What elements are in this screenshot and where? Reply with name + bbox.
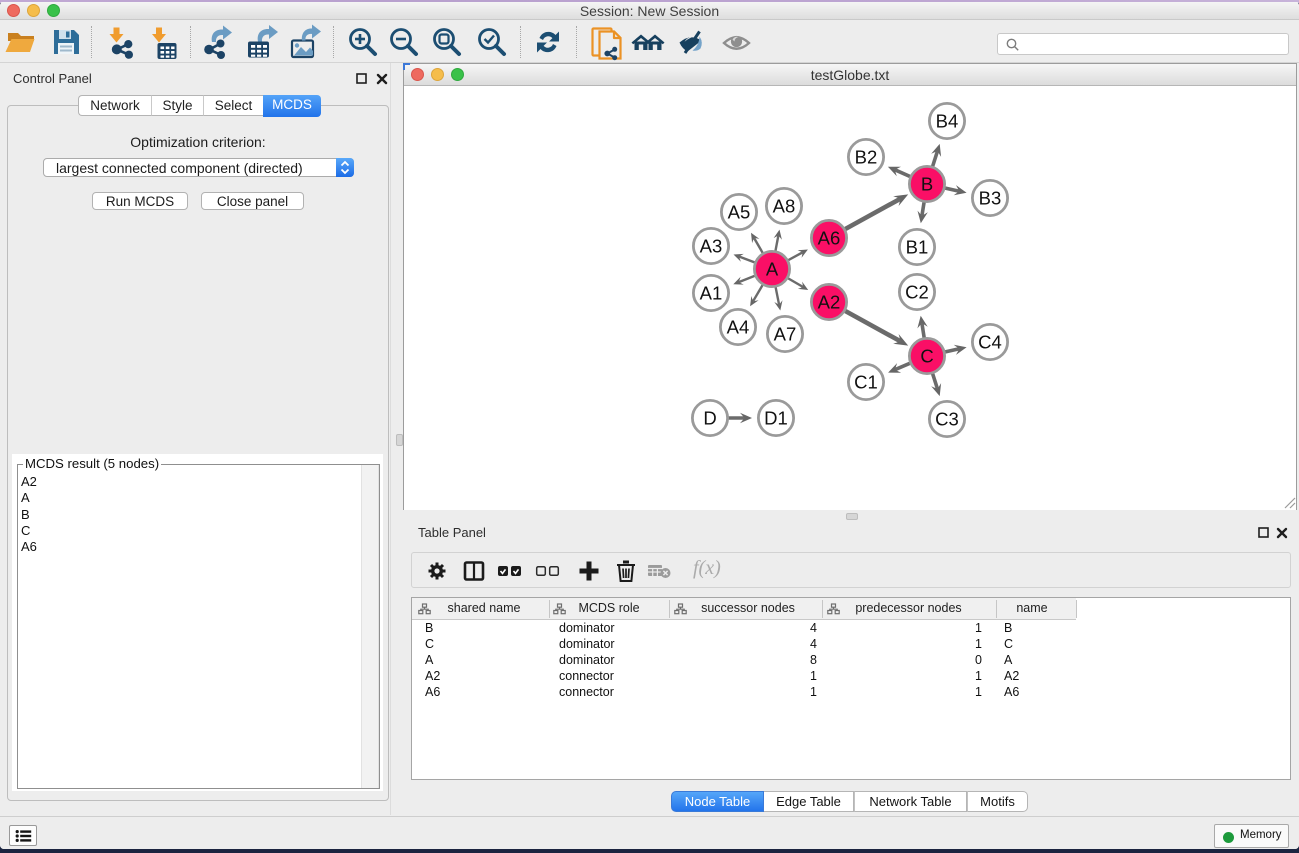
svg-text:A4: A4 — [727, 317, 750, 338]
svg-text:D1: D1 — [764, 408, 788, 429]
svg-text:C: C — [920, 346, 933, 367]
svg-text:A2: A2 — [818, 292, 841, 313]
svg-text:B3: B3 — [979, 188, 1002, 209]
svg-text:A8: A8 — [773, 196, 796, 217]
svg-text:A5: A5 — [728, 202, 751, 223]
svg-text:B1: B1 — [906, 237, 929, 258]
svg-text:D: D — [703, 408, 716, 429]
svg-text:A7: A7 — [774, 324, 797, 345]
svg-text:B4: B4 — [936, 111, 959, 132]
svg-text:C1: C1 — [854, 372, 878, 393]
svg-text:C2: C2 — [905, 282, 929, 303]
svg-text:A6: A6 — [818, 228, 841, 249]
svg-text:B2: B2 — [855, 147, 878, 168]
svg-text:A3: A3 — [700, 236, 723, 257]
svg-text:A: A — [766, 259, 779, 280]
svg-text:A1: A1 — [700, 283, 723, 304]
svg-text:B: B — [921, 174, 933, 195]
svg-text:C4: C4 — [978, 332, 1002, 353]
svg-text:C3: C3 — [935, 409, 959, 430]
